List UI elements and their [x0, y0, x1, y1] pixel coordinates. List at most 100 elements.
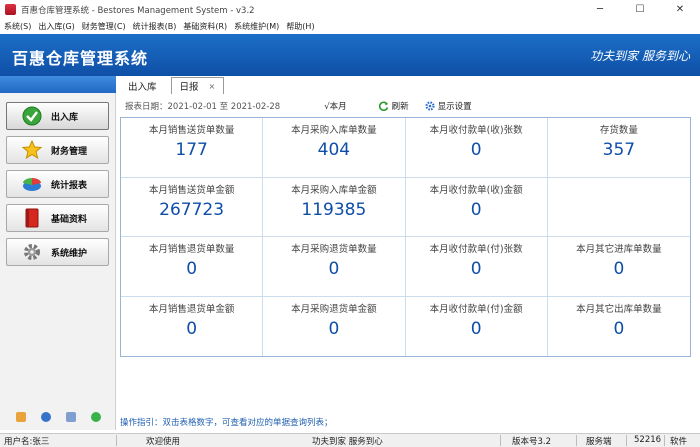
stat-value[interactable]: 0: [406, 200, 547, 220]
settings-icon: [425, 101, 435, 111]
display-settings-label: 显示设置: [437, 102, 472, 112]
book-icon: [21, 207, 43, 229]
lock-icon[interactable]: [15, 412, 26, 422]
stat-label: 本月销售退货单数量: [148, 244, 235, 255]
refresh-label: 刷新: [391, 102, 409, 112]
stat-value[interactable]: 119385: [263, 200, 404, 220]
tab-label: 出入库: [128, 81, 157, 93]
stat-cell[interactable]: 存货数量 357: [547, 118, 690, 178]
status-software: 软件: [670, 437, 688, 447]
stat-value[interactable]: 0: [263, 319, 404, 339]
stat-value[interactable]: 357: [548, 140, 690, 160]
stat-label: 本月收付款单(付)张数: [429, 244, 523, 255]
sidebar-item-label: 基础资料: [51, 214, 88, 225]
sidebar-footer: [0, 407, 116, 427]
stat-label: 本月采购入库单金额: [291, 184, 377, 196]
menu-maintenance[interactable]: 系统维护(M): [234, 21, 279, 32]
stat-cell[interactable]: 本月采购退货单金额 0: [263, 296, 406, 356]
status-user: 用户名:张三: [4, 437, 50, 447]
stat-value[interactable]: 0: [406, 140, 547, 160]
stat-cell[interactable]: 本月收付款单(付)张数 0: [405, 237, 548, 297]
stat-label: 存货数量: [599, 125, 638, 136]
sidebar-item-maintenance[interactable]: 系统维护: [6, 238, 109, 266]
sidebar-item-reports[interactable]: 统计报表: [6, 170, 109, 198]
exit-icon[interactable]: [90, 412, 101, 422]
sidebar-item-basic-data[interactable]: 基础资料: [6, 204, 109, 232]
stat-cell[interactable]: 本月采购退货单数量 0: [263, 237, 406, 297]
stat-value[interactable]: 404: [263, 140, 404, 160]
app-banner: 百惠仓库管理系统 功夫到家 服务到心: [0, 34, 700, 76]
stat-label: 本月收付款单(收)金额: [429, 184, 523, 196]
status-divider: [664, 435, 665, 446]
stat-cell[interactable]: 本月其它出库单数量 0: [548, 297, 690, 357]
menu-system[interactable]: 系统(S): [4, 21, 31, 32]
tab-bar: 出入库 日报 ×: [120, 76, 700, 94]
stat-value[interactable]: 0: [548, 259, 690, 279]
status-server: 服务端: [586, 437, 612, 447]
stat-cell-empty: [547, 178, 690, 237]
stat-cell[interactable]: 本月收付款单(付)金额 0: [406, 296, 548, 356]
stat-cell[interactable]: 本月其它进库单数量 0: [547, 237, 690, 297]
stat-label: 本月销售送货单数量: [148, 125, 235, 136]
stat-cell[interactable]: 本月采购入库单数量 404: [263, 118, 406, 178]
sidebar-header-strip: [0, 76, 116, 93]
menu-help[interactable]: 帮助(H): [286, 21, 314, 32]
pie-chart-icon: [21, 173, 43, 195]
menu-bar: 系统(S) 出入库(G) 财务管理(C) 统计报表(B) 基础资料(R) 系统维…: [0, 19, 700, 34]
menu-basic-data[interactable]: 基础资料(R): [183, 21, 227, 32]
stat-value[interactable]: 0: [406, 259, 547, 279]
stat-cell[interactable]: 本月销售送货单数量 177: [121, 118, 264, 178]
this-month-button[interactable]: √本月: [324, 100, 346, 112]
display-settings-button[interactable]: 显示设置: [425, 100, 472, 112]
banner-slogan: 功夫到家 服务到心: [590, 49, 690, 63]
sidebar-item-label: 出入库: [51, 112, 79, 123]
window-controls: ─ ☐ ✕: [580, 0, 700, 19]
refresh-icon: [378, 101, 389, 111]
status-slogan: 功夫到家 服务到心: [312, 437, 383, 447]
report-date-range: 报表日期：2021-02-01 至 2021-02-28: [125, 102, 281, 112]
sidebar-item-label: 统计报表: [51, 180, 88, 191]
stat-value[interactable]: 0: [406, 319, 547, 339]
stat-value[interactable]: 0: [263, 259, 404, 279]
stat-cell[interactable]: 本月销售退货单金额 0: [121, 296, 264, 356]
sidebar-item-finance[interactable]: 财务管理: [6, 136, 109, 164]
gear-icon: [21, 241, 43, 263]
stat-cell[interactable]: 本月收付款单(收)张数 0: [405, 118, 548, 178]
sidebar-item-stock[interactable]: 出入库: [6, 102, 109, 130]
stat-value[interactable]: 0: [121, 319, 262, 339]
search-icon[interactable]: [65, 412, 76, 422]
stat-label: 本月其它出库单数量: [576, 303, 662, 315]
stat-label: 本月采购退货单金额: [291, 303, 377, 315]
stat-value[interactable]: 267723: [121, 200, 262, 220]
stat-cell[interactable]: 本月销售退货单数量 0: [121, 237, 264, 297]
menu-finance[interactable]: 财务管理(C): [82, 21, 126, 32]
menu-reports[interactable]: 统计报表(B): [133, 21, 177, 32]
stat-cell[interactable]: 本月采购入库单金额 119385: [263, 177, 406, 237]
stat-label: 本月采购入库单数量: [291, 125, 377, 136]
menu-stock[interactable]: 出入库(G): [38, 21, 74, 32]
minimize-button[interactable]: ─: [580, 0, 620, 19]
close-button[interactable]: ✕: [660, 0, 700, 19]
title-bar: 百惠仓库管理系统 - Bestores Management System - …: [0, 0, 700, 19]
stat-value[interactable]: 177: [121, 140, 262, 160]
stat-label: 本月销售送货单金额: [148, 184, 235, 196]
close-icon[interactable]: ×: [209, 82, 216, 91]
tab-stock[interactable]: 出入库: [120, 77, 165, 94]
stat-cell[interactable]: 本月收付款单(收)金额 0: [405, 177, 548, 237]
tab-daily-report[interactable]: 日报 ×: [170, 77, 225, 94]
check-circle-icon: [21, 105, 43, 127]
stat-value[interactable]: 0: [121, 259, 262, 279]
this-month-label: √本月: [324, 102, 347, 112]
operation-hint: 操作指引：双击表格数字，可查看对应的单据查询列表；: [120, 418, 333, 428]
report-toolbar: 报表日期：2021-02-01 至 2021-02-28 √本月 刷新 显示设置: [120, 96, 700, 116]
sidebar-item-label: 财务管理: [51, 146, 88, 157]
star-icon: [21, 139, 43, 161]
stat-value[interactable]: 0: [548, 319, 690, 339]
status-divider: [116, 435, 117, 446]
maximize-button[interactable]: ☐: [620, 0, 660, 19]
sidebar: 出入库 财务管理 统计报表 基础资料 系统维护: [0, 76, 116, 430]
stat-cell[interactable]: 本月销售送货单金额 267723: [121, 177, 264, 237]
refresh-button[interactable]: 刷新: [378, 100, 409, 112]
status-version: 版本号3.2: [512, 437, 552, 447]
info-icon[interactable]: [40, 412, 51, 422]
